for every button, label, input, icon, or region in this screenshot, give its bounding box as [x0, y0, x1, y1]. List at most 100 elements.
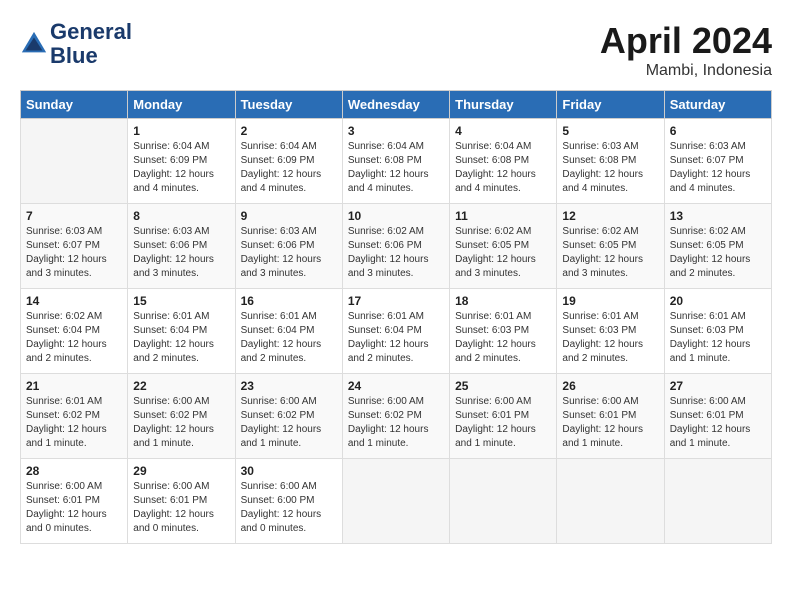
calendar-cell: 4 Sunrise: 6:04 AM Sunset: 6:08 PM Daylig…: [450, 119, 557, 204]
day-info: Sunrise: 6:01 AM Sunset: 6:03 PM Dayligh…: [562, 310, 658, 366]
day-info: Sunrise: 6:01 AM Sunset: 6:04 PM Dayligh…: [348, 310, 444, 366]
day-info: Sunrise: 6:00 AM Sunset: 6:01 PM Dayligh…: [562, 395, 658, 451]
day-number: 30: [241, 464, 337, 478]
day-info: Sunrise: 6:03 AM Sunset: 6:06 PM Dayligh…: [241, 225, 337, 281]
day-number: 3: [348, 124, 444, 138]
day-info: Sunrise: 6:03 AM Sunset: 6:06 PM Dayligh…: [133, 225, 229, 281]
day-number: 1: [133, 124, 229, 138]
title-block: April 2024 Mambi, Indonesia: [600, 20, 772, 80]
day-number: 4: [455, 124, 551, 138]
calendar-cell: 29 Sunrise: 6:00 AM Sunset: 6:01 PM Dayli…: [128, 459, 235, 544]
day-number: 16: [241, 294, 337, 308]
day-number: 22: [133, 379, 229, 393]
calendar-cell: 16 Sunrise: 6:01 AM Sunset: 6:04 PM Dayli…: [235, 289, 342, 374]
day-info: Sunrise: 6:02 AM Sunset: 6:06 PM Dayligh…: [348, 225, 444, 281]
day-number: 13: [670, 209, 766, 223]
calendar-cell: 19 Sunrise: 6:01 AM Sunset: 6:03 PM Dayli…: [557, 289, 664, 374]
day-number: 23: [241, 379, 337, 393]
day-number: 10: [348, 209, 444, 223]
calendar-cell: 26 Sunrise: 6:00 AM Sunset: 6:01 PM Dayli…: [557, 374, 664, 459]
calendar-cell: 3 Sunrise: 6:04 AM Sunset: 6:08 PM Daylig…: [342, 119, 449, 204]
day-info: Sunrise: 6:04 AM Sunset: 6:09 PM Dayligh…: [133, 140, 229, 196]
day-number: 20: [670, 294, 766, 308]
calendar-week-1: 1 Sunrise: 6:04 AM Sunset: 6:09 PM Daylig…: [21, 119, 772, 204]
day-number: 19: [562, 294, 658, 308]
day-info: Sunrise: 6:03 AM Sunset: 6:07 PM Dayligh…: [670, 140, 766, 196]
calendar-cell: 15 Sunrise: 6:01 AM Sunset: 6:04 PM Dayli…: [128, 289, 235, 374]
calendar-cell: 12 Sunrise: 6:02 AM Sunset: 6:05 PM Dayli…: [557, 204, 664, 289]
day-number: 29: [133, 464, 229, 478]
calendar-cell: 30 Sunrise: 6:00 AM Sunset: 6:00 PM Dayli…: [235, 459, 342, 544]
day-info: Sunrise: 6:00 AM Sunset: 6:02 PM Dayligh…: [241, 395, 337, 451]
day-info: Sunrise: 6:00 AM Sunset: 6:02 PM Dayligh…: [133, 395, 229, 451]
calendar-week-3: 14Sunrise: 6:02 AM Sunset: 6:04 PM Dayli…: [21, 289, 772, 374]
location: Mambi, Indonesia: [600, 62, 772, 80]
calendar-cell: 5 Sunrise: 6:03 AM Sunset: 6:08 PM Daylig…: [557, 119, 664, 204]
day-number: 5: [562, 124, 658, 138]
calendar-cell: 9 Sunrise: 6:03 AM Sunset: 6:06 PM Daylig…: [235, 204, 342, 289]
day-info: Sunrise: 6:04 AM Sunset: 6:08 PM Dayligh…: [455, 140, 551, 196]
calendar-cell: 11Sunrise: 6:02 AM Sunset: 6:05 PM Dayli…: [450, 204, 557, 289]
page-header: General Blue April 2024 Mambi, Indonesia: [20, 20, 772, 80]
calendar-cell: 28 Sunrise: 6:00 AM Sunset: 6:01 PM Dayli…: [21, 459, 128, 544]
calendar-cell: 17 Sunrise: 6:01 AM Sunset: 6:04 PM Dayli…: [342, 289, 449, 374]
day-info: Sunrise: 6:00 AM Sunset: 6:00 PM Dayligh…: [241, 480, 337, 536]
day-number: 25: [455, 379, 551, 393]
day-info: Sunrise: 6:00 AM Sunset: 6:01 PM Dayligh…: [133, 480, 229, 536]
calendar-cell: 8 Sunrise: 6:03 AM Sunset: 6:06 PM Daylig…: [128, 204, 235, 289]
day-info: Sunrise: 6:00 AM Sunset: 6:01 PM Dayligh…: [455, 395, 551, 451]
calendar-table: SundayMondayTuesdayWednesdayThursdayFrid…: [20, 90, 772, 544]
day-number: 21: [26, 379, 122, 393]
day-info: Sunrise: 6:01 AM Sunset: 6:04 PM Dayligh…: [133, 310, 229, 366]
logo: General Blue: [20, 20, 132, 68]
day-info: Sunrise: 6:01 AM Sunset: 6:04 PM Dayligh…: [241, 310, 337, 366]
day-number: 18: [455, 294, 551, 308]
day-number: 17: [348, 294, 444, 308]
calendar-cell: 18 Sunrise: 6:01 AM Sunset: 6:03 PM Dayli…: [450, 289, 557, 374]
header-saturday: Saturday: [664, 91, 771, 119]
day-info: Sunrise: 6:01 AM Sunset: 6:03 PM Dayligh…: [455, 310, 551, 366]
header-thursday: Thursday: [450, 91, 557, 119]
calendar-cell: 24Sunrise: 6:00 AM Sunset: 6:02 PM Dayli…: [342, 374, 449, 459]
day-info: Sunrise: 6:02 AM Sunset: 6:05 PM Dayligh…: [562, 225, 658, 281]
day-info: Sunrise: 6:03 AM Sunset: 6:08 PM Dayligh…: [562, 140, 658, 196]
calendar-week-4: 21Sunrise: 6:01 AM Sunset: 6:02 PM Dayli…: [21, 374, 772, 459]
calendar-cell: [450, 459, 557, 544]
day-number: 8: [133, 209, 229, 223]
day-info: Sunrise: 6:04 AM Sunset: 6:08 PM Dayligh…: [348, 140, 444, 196]
calendar-cell: [342, 459, 449, 544]
day-number: 14: [26, 294, 122, 308]
day-number: 15: [133, 294, 229, 308]
month-title: April 2024: [600, 20, 772, 62]
calendar-cell: 20 Sunrise: 6:01 AM Sunset: 6:03 PM Dayli…: [664, 289, 771, 374]
day-info: Sunrise: 6:00 AM Sunset: 6:01 PM Dayligh…: [26, 480, 122, 536]
day-number: 27: [670, 379, 766, 393]
day-number: 12: [562, 209, 658, 223]
calendar-cell: 10 Sunrise: 6:02 AM Sunset: 6:06 PM Dayli…: [342, 204, 449, 289]
calendar-cell: [664, 459, 771, 544]
calendar-cell: 1 Sunrise: 6:04 AM Sunset: 6:09 PM Daylig…: [128, 119, 235, 204]
calendar-cell: 23 Sunrise: 6:00 AM Sunset: 6:02 PM Dayli…: [235, 374, 342, 459]
calendar-header-row: SundayMondayTuesdayWednesdayThursdayFrid…: [21, 91, 772, 119]
day-number: 7: [26, 209, 122, 223]
header-sunday: Sunday: [21, 91, 128, 119]
day-number: 26: [562, 379, 658, 393]
calendar-cell: 13 Sunrise: 6:02 AM Sunset: 6:05 PM Dayli…: [664, 204, 771, 289]
calendar-cell: 14Sunrise: 6:02 AM Sunset: 6:04 PM Dayli…: [21, 289, 128, 374]
calendar-cell: 21Sunrise: 6:01 AM Sunset: 6:02 PM Dayli…: [21, 374, 128, 459]
calendar-week-2: 7Sunrise: 6:03 AM Sunset: 6:07 PM Daylig…: [21, 204, 772, 289]
day-number: 28: [26, 464, 122, 478]
logo-text: General Blue: [50, 20, 132, 68]
day-number: 2: [241, 124, 337, 138]
day-number: 9: [241, 209, 337, 223]
logo-icon: [20, 30, 48, 58]
day-info: Sunrise: 6:04 AM Sunset: 6:09 PM Dayligh…: [241, 140, 337, 196]
header-wednesday: Wednesday: [342, 91, 449, 119]
day-info: Sunrise: 6:00 AM Sunset: 6:01 PM Dayligh…: [670, 395, 766, 451]
header-monday: Monday: [128, 91, 235, 119]
day-number: 6: [670, 124, 766, 138]
calendar-week-5: 28 Sunrise: 6:00 AM Sunset: 6:01 PM Dayli…: [21, 459, 772, 544]
day-info: Sunrise: 6:01 AM Sunset: 6:03 PM Dayligh…: [670, 310, 766, 366]
day-info: Sunrise: 6:02 AM Sunset: 6:05 PM Dayligh…: [670, 225, 766, 281]
header-tuesday: Tuesday: [235, 91, 342, 119]
